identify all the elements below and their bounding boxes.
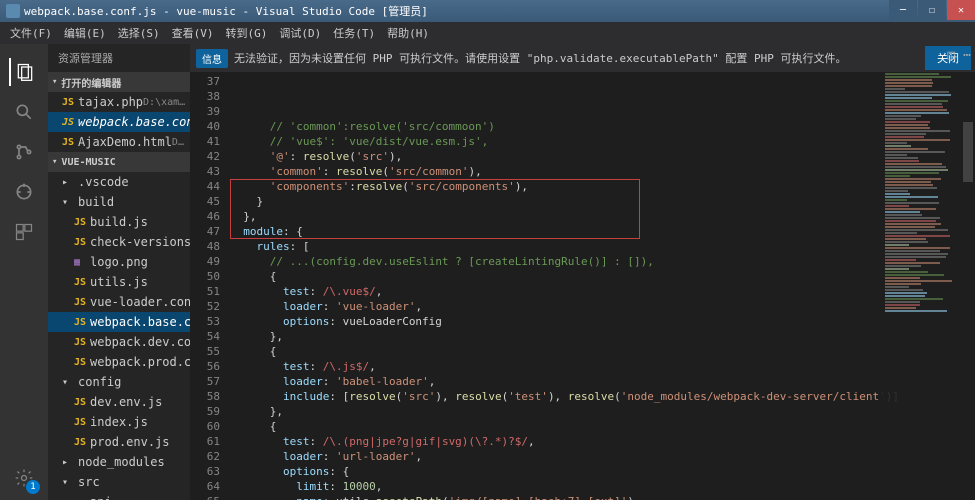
code-content[interactable]: // 'common':resolve('src/commoon') // 'v… — [230, 72, 975, 500]
js-icon: JS — [62, 97, 74, 108]
menu-item[interactable]: 文件(F) — [4, 25, 58, 41]
js-icon: JS — [74, 417, 86, 428]
folder-item[interactable]: ▾build — [48, 192, 190, 212]
file-item[interactable]: JSwebpack.base.conf.js — [48, 312, 190, 332]
explorer-icon[interactable] — [9, 58, 37, 86]
js-icon: JS — [62, 117, 74, 128]
maximize-button[interactable]: ☐ — [918, 0, 946, 20]
settings-icon[interactable]: 1 — [10, 464, 38, 492]
window-title: webpack.base.conf.js - vue-music - Visua… — [24, 3, 428, 19]
chevron-icon: ▾ — [62, 477, 74, 488]
js-icon: JS — [74, 217, 86, 228]
js-icon: JS — [74, 357, 86, 368]
js-icon: JS — [74, 337, 86, 348]
settings-badge: 1 — [26, 480, 40, 494]
file-item[interactable]: JSbuild.js — [48, 212, 190, 232]
chevron-icon: ▾ — [62, 197, 74, 208]
js-icon: JS — [74, 297, 86, 308]
js-icon: JS — [62, 137, 74, 148]
js-icon: JS — [74, 317, 86, 328]
chevron-icon: ▸ — [62, 177, 74, 188]
file-item[interactable]: JSindex.js — [48, 412, 190, 432]
menu-item[interactable]: 任务(T) — [327, 25, 381, 41]
js-icon: JS — [74, 397, 86, 408]
activity-bar: 1 — [0, 44, 48, 500]
debug-icon[interactable] — [10, 178, 38, 206]
js-icon: JS — [74, 437, 86, 448]
open-editor-item[interactable]: JSwebpack.base.conf.jsbui... — [48, 112, 190, 132]
chevron-icon: ▸ — [62, 457, 74, 468]
extensions-icon[interactable] — [10, 218, 38, 246]
js-icon: JS — [74, 237, 86, 248]
titlebar: webpack.base.conf.js - vue-music - Visua… — [0, 0, 975, 22]
menu-item[interactable]: 选择(S) — [112, 25, 166, 41]
notification-bar: 信息 无法验证，因为未设置任何 PHP 可执行文件。请使用设置 "php.val… — [190, 44, 975, 72]
app-icon — [6, 4, 20, 18]
file-item[interactable]: JSdev.env.js — [48, 392, 190, 412]
code-area[interactable]: 3738394041424344454647484950515253545556… — [190, 72, 975, 500]
more-actions-icon[interactable]: ⋯ — [963, 48, 971, 63]
open-editor-item[interactable]: JSAjaxDemo.htmlD:\xamp... — [48, 132, 190, 152]
split-editor-icon[interactable]: ◫ — [947, 48, 955, 63]
project-header[interactable]: ▾VUE-MUSIC — [48, 152, 190, 172]
menubar: 文件(F)编辑(E)选择(S)查看(V)转到(G)调试(D)任务(T)帮助(H) — [0, 22, 975, 44]
close-button[interactable]: ✕ — [947, 0, 975, 20]
file-item[interactable]: JScheck-versions.js — [48, 232, 190, 252]
editor: 信息 无法验证，因为未设置任何 PHP 可执行文件。请使用设置 "php.val… — [190, 44, 975, 500]
vertical-scrollbar[interactable] — [961, 72, 975, 492]
file-item[interactable]: ▦logo.png — [48, 252, 190, 272]
file-item[interactable]: JSprod.env.js — [48, 432, 190, 452]
folder-item[interactable]: ▸api — [48, 492, 190, 500]
chevron-icon: ▸ — [74, 497, 86, 500]
folder-item[interactable]: ▾src — [48, 472, 190, 492]
minimap[interactable] — [881, 72, 961, 492]
js-icon: JS — [74, 277, 86, 288]
menu-item[interactable]: 转到(G) — [220, 25, 274, 41]
notification-text: 无法验证，因为未设置任何 PHP 可执行文件。请使用设置 "php.valida… — [234, 50, 925, 66]
menu-item[interactable]: 帮助(H) — [381, 25, 435, 41]
sidebar: 资源管理器 ▾打开的编辑器 JStajax.phpD:\xampp\htdo..… — [48, 44, 190, 500]
open-editors-header[interactable]: ▾打开的编辑器 — [48, 72, 190, 92]
file-item[interactable]: JSwebpack.prod.conf.js — [48, 352, 190, 372]
file-item[interactable]: JSvue-loader.conf.js — [48, 292, 190, 312]
file-item[interactable]: JSutils.js — [48, 272, 190, 292]
chevron-icon: ▾ — [62, 377, 74, 388]
file-item[interactable]: JSwebpack.dev.conf.js — [48, 332, 190, 352]
menu-item[interactable]: 编辑(E) — [58, 25, 112, 41]
notification-badge: 信息 — [196, 49, 228, 68]
sidebar-title: 资源管理器 — [48, 44, 190, 72]
scrollbar-thumb[interactable] — [963, 122, 973, 182]
folder-item[interactable]: ▸.vscode — [48, 172, 190, 192]
minimize-button[interactable]: ─ — [889, 0, 917, 20]
folder-item[interactable]: ▾config — [48, 372, 190, 392]
menu-item[interactable]: 查看(V) — [166, 25, 220, 41]
image-icon: ▦ — [74, 257, 86, 268]
source-control-icon[interactable] — [10, 138, 38, 166]
line-gutter: 3738394041424344454647484950515253545556… — [190, 72, 230, 500]
folder-item[interactable]: ▸node_modules — [48, 452, 190, 472]
search-icon[interactable] — [10, 98, 38, 126]
file-tree: ▸.vscode▾buildJSbuild.jsJScheck-versions… — [48, 172, 190, 500]
open-editor-item[interactable]: JStajax.phpD:\xampp\htdo... — [48, 92, 190, 112]
menu-item[interactable]: 调试(D) — [273, 25, 327, 41]
